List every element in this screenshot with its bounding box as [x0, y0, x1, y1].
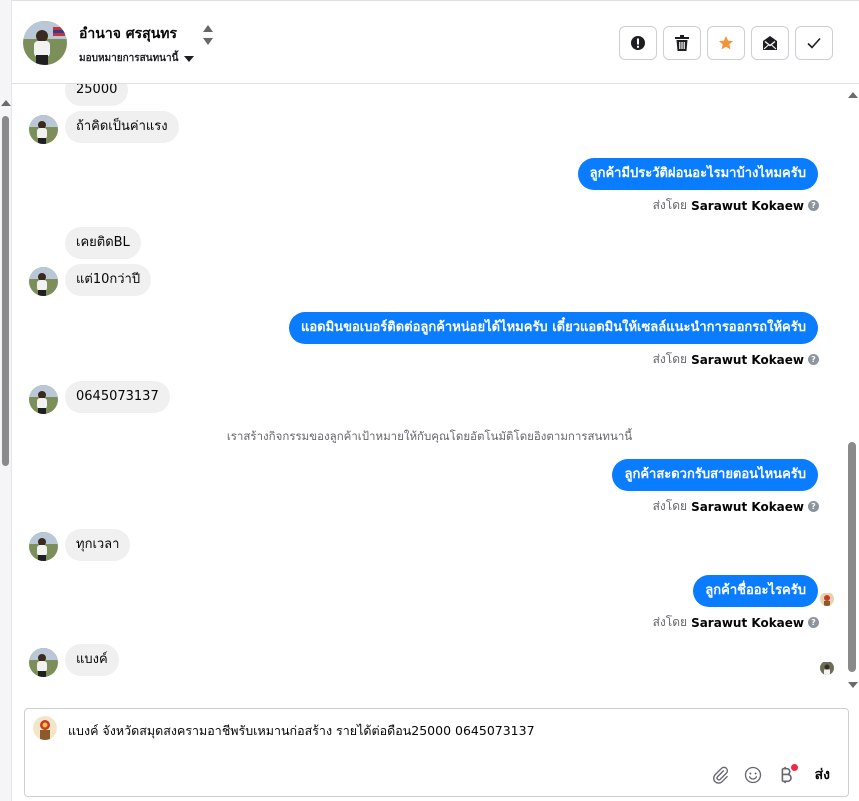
user-avatar [33, 716, 57, 740]
scrollbar-thumb[interactable] [2, 116, 9, 466]
sent-by-prefix: ส่งโดย [652, 198, 688, 212]
sender-name: Sarawut Kokaew [691, 615, 804, 630]
incoming-message[interactable]: 25000 [65, 84, 129, 106]
sent-by-label: ส่งโดย Sarawut Kokaew ? [653, 497, 819, 516]
conversation-header: อำนาจ ศรสุนทร มอบหมายการสนทนานี้ [12, 0, 859, 84]
incoming-message[interactable]: แบงค์ [65, 644, 119, 676]
next-conversation-icon[interactable] [203, 38, 213, 45]
outer-scrollbar[interactable] [0, 0, 12, 801]
emoji-button[interactable] [743, 765, 763, 785]
contact-avatar-small [29, 115, 58, 144]
mark-unread-icon [763, 36, 777, 50]
incoming-message[interactable]: แต่10กว่าปี [65, 264, 152, 296]
contact-avatar[interactable] [23, 21, 67, 65]
contact-avatar-small [29, 385, 58, 414]
sender-name: Sarawut Kokaew [691, 499, 804, 514]
contact-avatar-small [29, 648, 58, 677]
sent-by-prefix: ส่งโดย [652, 615, 688, 629]
sent-by-label: ส่งโดย Sarawut Kokaew ? [653, 613, 819, 632]
delete-button[interactable] [663, 26, 701, 60]
sent-by-label: ส่งโดย Sarawut Kokaew ? [653, 350, 819, 369]
sender-name: Sarawut Kokaew [691, 198, 804, 213]
composer-tools: ส่ง [710, 764, 830, 786]
help-icon[interactable]: ? [808, 354, 819, 365]
assign-label: มอบหมายการสนทนานี้ [79, 53, 179, 64]
star-icon [719, 36, 733, 50]
mark-unread-button[interactable] [751, 26, 789, 60]
done-button[interactable] [795, 26, 833, 60]
sender-name: Sarawut Kokaew [691, 352, 804, 367]
notification-dot [790, 764, 798, 771]
chat-scrollbar[interactable] [847, 84, 859, 700]
contact-name[interactable]: อำนาจ ศรสุนทร [79, 23, 177, 45]
check-icon [807, 37, 821, 49]
previous-conversation-icon[interactable] [203, 25, 213, 32]
help-icon[interactable]: ? [808, 617, 819, 628]
message-composer[interactable]: แบงค์ จังหวัดสมุดสงครามอาชีพรับเหมานก่อส… [24, 708, 849, 797]
messenger-app: อำนาจ ศรสุนทร มอบหมายการสนทนานี้ 25000 ถ… [0, 0, 859, 801]
sent-by-prefix: ส่งโดย [652, 499, 688, 513]
help-icon[interactable]: ? [808, 501, 819, 512]
incoming-message[interactable]: ทุกเวลา [65, 529, 131, 561]
incoming-message[interactable]: ถ้าคิดเป็นค่าแรง [65, 111, 179, 143]
paperclip-icon [712, 766, 728, 784]
payment-button[interactable] [776, 764, 798, 785]
composer-text[interactable]: แบงค์ จังหวัดสมุดสงครามอาชีพรับเหมานก่อส… [68, 721, 535, 741]
help-icon[interactable]: ? [808, 200, 819, 211]
outgoing-message[interactable]: ลูกค้ามีประวัติผ่อนอะไรมาบ้างไหมครับ [577, 158, 818, 190]
message-list[interactable]: 25000 ถ้าคิดเป็นค่าแรง ลูกค้ามีประวัติผ่… [12, 84, 847, 700]
report-button[interactable] [619, 26, 657, 60]
outgoing-message[interactable]: แอดมินขอเบอร์ติดต่อลูกค้าหน่อยได้ไหมครับ… [288, 312, 818, 344]
incoming-message[interactable]: 0645073137 [65, 381, 170, 413]
outgoing-message[interactable]: ลูกค้าสะดวกรับสายตอนไหนครับ [612, 459, 818, 491]
sent-by-prefix: ส่งโดย [652, 352, 688, 366]
emoji-icon [744, 766, 761, 784]
chat-scrollbar-thumb[interactable] [848, 442, 856, 672]
scroll-up-arrow[interactable] [848, 92, 858, 98]
star-button[interactable] [707, 26, 745, 60]
contact-avatar-small [29, 532, 58, 561]
seen-avatar-icon [820, 592, 834, 606]
system-note: เราสร้างกิจกรรมของลูกค้าเป้าหมายให้กับคุ… [226, 429, 633, 443]
outgoing-message[interactable]: ลูกค้าชื่ออะไรครับ [693, 575, 818, 607]
read-receipt-avatar-icon [820, 661, 834, 675]
report-icon [631, 36, 645, 50]
contact-avatar-small [29, 267, 58, 296]
sent-by-label: ส่งโดย Sarawut Kokaew ? [653, 196, 819, 215]
incoming-message[interactable]: เคยติดBL [65, 227, 141, 259]
header-actions [619, 26, 833, 60]
trash-icon [675, 35, 689, 51]
assign-dropdown[interactable]: มอบหมายการสนทนานี้ [79, 51, 195, 66]
scroll-up-arrow[interactable] [1, 100, 11, 106]
send-button[interactable]: ส่ง [815, 764, 830, 786]
conversation-nav [203, 25, 213, 45]
attach-button[interactable] [710, 765, 730, 785]
scroll-down-arrow[interactable] [848, 682, 858, 688]
caret-down-icon [184, 55, 195, 62]
